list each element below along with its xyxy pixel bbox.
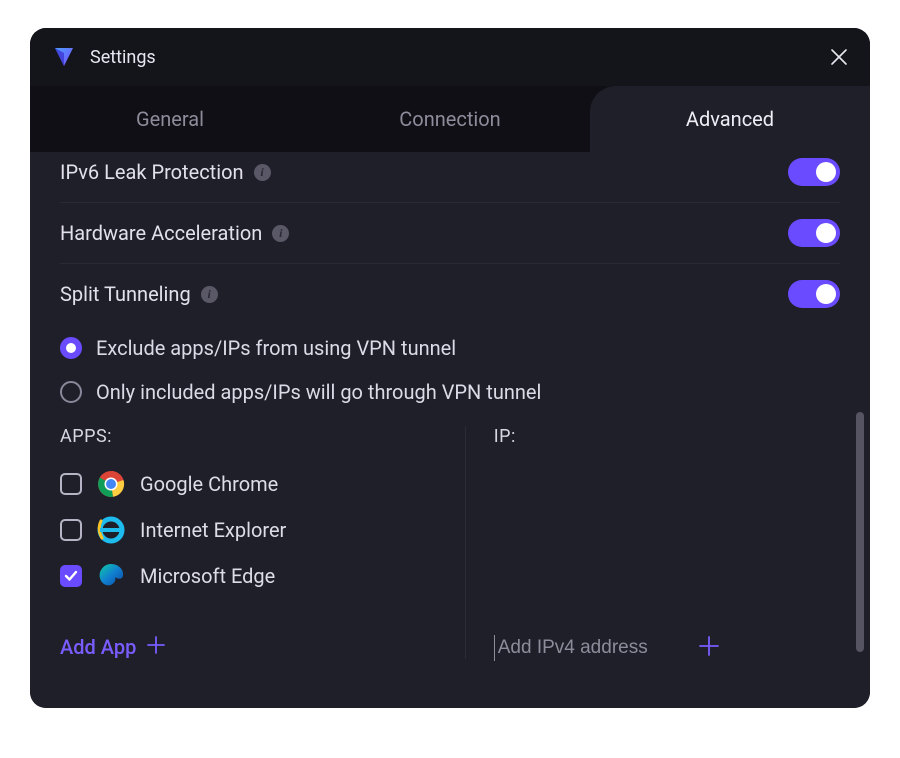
radio-include[interactable]: Only included apps/IPs will go through V… [60, 370, 840, 414]
checkbox[interactable] [60, 473, 82, 495]
plus-icon[interactable] [698, 635, 720, 661]
tab-advanced[interactable]: Advanced [590, 86, 870, 152]
row-split-tunneling: Split Tunneling i [60, 264, 840, 316]
add-app-button[interactable]: Add App [60, 635, 445, 659]
split-columns: APPS: Google Chrome [60, 426, 840, 659]
app-row-chrome[interactable]: Google Chrome [60, 461, 445, 507]
app-name-label: Microsoft Edge [140, 564, 275, 588]
info-icon[interactable]: i [254, 164, 271, 181]
checkbox[interactable] [60, 519, 82, 541]
toggle-hardware[interactable] [788, 219, 840, 247]
app-row-edge[interactable]: Microsoft Edge [60, 553, 445, 599]
radio-include-label: Only included apps/IPs will go through V… [96, 380, 541, 404]
plus-icon [146, 635, 166, 659]
content-panel: IPv6 Leak Protection i Hardware Accelera… [30, 152, 870, 708]
radio-exclude-label: Exclude apps/IPs from using VPN tunnel [96, 336, 456, 360]
edge-icon [96, 561, 126, 591]
checkbox[interactable] [60, 565, 82, 587]
app-name-label: Internet Explorer [140, 518, 286, 542]
app-name-label: Google Chrome [140, 472, 278, 496]
toggle-ipv6[interactable] [788, 158, 840, 186]
row-ipv6-leak-protection: IPv6 Leak Protection i [60, 152, 840, 203]
label-hardware: Hardware Acceleration i [60, 221, 289, 245]
apps-heading: APPS: [60, 426, 445, 447]
text-split: Split Tunneling [60, 282, 191, 306]
scrollbar-thumb[interactable] [856, 412, 864, 652]
add-app-label: Add App [60, 635, 136, 659]
info-icon[interactable]: i [272, 225, 289, 242]
app-row-ie[interactable]: Internet Explorer [60, 507, 445, 553]
text-hardware: Hardware Acceleration [60, 221, 262, 245]
radio-icon [60, 337, 82, 359]
radio-icon [60, 381, 82, 403]
close-icon[interactable] [830, 48, 848, 66]
add-ip-row [494, 635, 840, 661]
row-hardware-acceleration: Hardware Acceleration i [60, 203, 840, 264]
info-icon[interactable]: i [201, 286, 218, 303]
split-mode-group: Exclude apps/IPs from using VPN tunnel O… [60, 316, 840, 420]
toggle-split[interactable] [788, 280, 840, 308]
label-split: Split Tunneling i [60, 282, 218, 306]
ie-icon [96, 515, 126, 545]
tab-general[interactable]: General [30, 86, 310, 152]
ip-column: IP: [465, 426, 840, 659]
tab-connection[interactable]: Connection [310, 86, 590, 152]
text-ipv6: IPv6 Leak Protection [60, 160, 244, 184]
label-ipv6: IPv6 Leak Protection i [60, 160, 271, 184]
settings-window: Settings General Connection Advanced IPv… [30, 28, 870, 708]
ip-heading: IP: [494, 426, 840, 447]
app-logo-icon [52, 45, 76, 69]
radio-exclude[interactable]: Exclude apps/IPs from using VPN tunnel [60, 326, 840, 370]
titlebar: Settings [30, 28, 870, 86]
ip-input[interactable] [494, 635, 684, 661]
chrome-icon [96, 469, 126, 499]
tabbar: General Connection Advanced [30, 86, 870, 152]
apps-column: APPS: Google Chrome [60, 426, 465, 659]
window-title: Settings [90, 47, 156, 68]
